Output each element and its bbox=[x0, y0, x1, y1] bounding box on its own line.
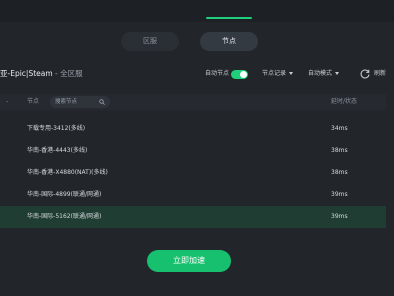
search-placeholder: 搜索节点 bbox=[55, 99, 78, 105]
tab-region[interactable]: 区服 bbox=[121, 32, 179, 51]
auto-mode-label: 自动模式 bbox=[308, 70, 333, 77]
node-latency: 39ms bbox=[331, 191, 348, 198]
top-bar bbox=[0, 0, 394, 22]
node-name: 下载专用-3412(多线) bbox=[27, 125, 86, 132]
node-row[interactable]: 下载专用-3412(多线) 34ms bbox=[0, 118, 386, 140]
game-region: - 全区服 bbox=[52, 69, 83, 78]
game-name: 亚-Epic|Steam bbox=[0, 69, 53, 78]
node-latency: 34ms bbox=[331, 125, 348, 132]
node-row-selected[interactable]: 华南-国际-5162(联通/网通) 39ms bbox=[0, 206, 386, 228]
toggle-knob bbox=[240, 71, 247, 78]
node-column-label: 节点 bbox=[27, 98, 40, 105]
node-log-label: 节点记录 bbox=[262, 70, 287, 77]
node-list: 下载专用-3412(多线) 34ms 华南-香港-4443(多线) 38ms 华… bbox=[0, 118, 386, 228]
node-row[interactable]: 华南-国际-4899(联通/网通) 39ms bbox=[0, 184, 386, 206]
node-latency: 38ms bbox=[331, 147, 348, 154]
prev-column-label: - bbox=[6, 98, 9, 105]
node-row[interactable]: 华南-香港-4443(多线) 38ms bbox=[0, 140, 386, 162]
node-name: 华南-香港-X4880(NAT)(多线) bbox=[27, 169, 108, 176]
node-log-dropdown[interactable]: 节点记录 bbox=[262, 66, 294, 82]
node-name: 华南-国际-5162(联通/网通) bbox=[27, 213, 102, 220]
chevron-down-icon bbox=[289, 72, 294, 75]
title-row: 亚-Epic|Steam - 全区服 自动节点 节点记录 自动模式 刷新 bbox=[0, 66, 394, 82]
auto-mode-dropdown[interactable]: 自动模式 bbox=[308, 66, 340, 82]
auto-node-label: 自动节点 bbox=[205, 70, 230, 77]
auto-node-toggle[interactable] bbox=[231, 70, 248, 79]
game-title: 亚-Epic|Steam - 全区服 bbox=[0, 66, 83, 82]
search-input[interactable]: 搜索节点 bbox=[50, 96, 110, 108]
node-row[interactable]: 华南-香港-X4880(NAT)(多线) 38ms bbox=[0, 162, 386, 184]
accelerate-button[interactable]: 立即加速 bbox=[147, 250, 231, 272]
node-latency: 39ms bbox=[331, 213, 348, 220]
refresh-icon[interactable] bbox=[359, 68, 371, 80]
node-latency: 38ms bbox=[331, 169, 348, 176]
chevron-down-icon bbox=[335, 72, 340, 75]
active-tab-indicator bbox=[206, 17, 252, 19]
node-name: 华南-香港-4443(多线) bbox=[27, 147, 88, 154]
tab-node[interactable]: 节点 bbox=[200, 32, 258, 51]
node-name: 华南-国际-4899(联通/网通) bbox=[27, 191, 102, 198]
refresh-label[interactable]: 刷新 bbox=[374, 66, 386, 82]
search-icon bbox=[99, 99, 105, 105]
node-list-header: - 节点 搜索节点 延时/状态 bbox=[0, 94, 386, 110]
latency-column-label: 延时/状态 bbox=[331, 98, 358, 105]
